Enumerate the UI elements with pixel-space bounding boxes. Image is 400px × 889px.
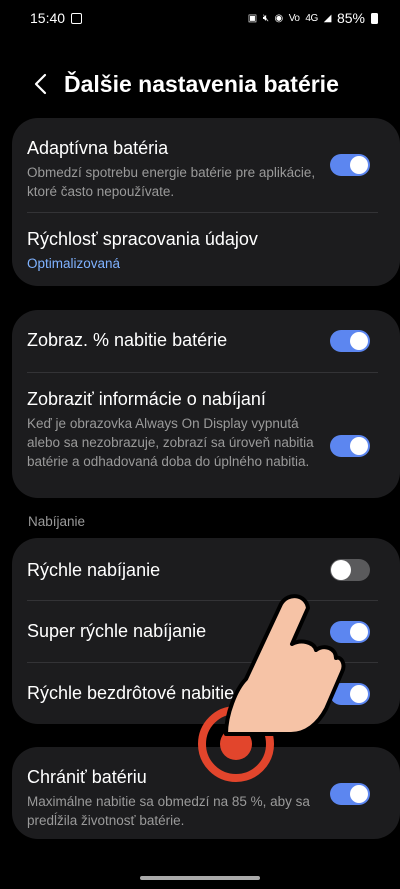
status-time: 15:40 (30, 10, 66, 26)
charging-info-toggle[interactable] (330, 435, 370, 457)
percent-title: Zobraz. % nabitie batérie (27, 330, 228, 350)
toggle-knob (331, 560, 351, 580)
processing-speed-row[interactable]: Rýchlosť spracovania údajov Optimalizova… (12, 213, 400, 286)
adaptive-battery-row[interactable]: Adaptívna batéria Obmedzí spotrebu energ… (12, 118, 400, 212)
percent-row[interactable]: Zobraz. % nabitie batérie (12, 310, 400, 372)
toggle-knob (350, 332, 368, 350)
chevron-left-icon (34, 73, 47, 95)
card-battery-general: Adaptívna batéria Obmedzí spotrebu energ… (12, 118, 400, 286)
protect-battery-row[interactable]: Chrániť batériu Maximálne nabitie sa obm… (12, 747, 400, 839)
charging-info-row[interactable]: Zobraziť informácie o nabíjaní Keď je ob… (12, 373, 400, 498)
mute-icon: 🔇︎ (262, 12, 269, 24)
processing-speed-value: Optimalizovaná (27, 256, 121, 271)
app-header: Ďalšie nastavenia batérie (0, 64, 400, 104)
toggle-knob (350, 156, 368, 174)
toggle-knob (350, 685, 368, 703)
adaptive-battery-toggle[interactable] (330, 154, 370, 176)
card-protect-battery: Chrániť batériu Maximálne nabitie sa obm… (12, 747, 400, 839)
lock-icon: ▣ (247, 12, 257, 24)
toggle-knob (350, 623, 368, 641)
charging-info-description: Keď je obrazovka Always On Display vypnu… (27, 416, 314, 469)
home-indicator[interactable] (140, 876, 260, 880)
protect-battery-description: Maximálne nabitie sa obmedzí na 85 %, ab… (27, 794, 310, 828)
toggle-knob (350, 785, 368, 803)
status-right: ▣ 🔇︎ ◉ Vo 4G ◢ 85% (248, 10, 378, 26)
adaptive-battery-description: Obmedzí spotrebu energie batérie pre apl… (27, 165, 316, 199)
hotspot-icon: ◉ (274, 12, 284, 24)
card-charging: Rýchle nabíjanie Super rýchle nabíjanie … (12, 538, 400, 724)
page-title: Ďalšie nastavenia batérie (64, 70, 339, 97)
super-fast-charging-title: Super rýchle nabíjanie (27, 621, 207, 641)
charging-section-label: Nabíjanie (28, 514, 86, 529)
wireless-charging-row[interactable]: Rýchle bezdrôtové nabitie (12, 663, 400, 724)
fast-charging-row[interactable]: Rýchle nabíjanie (12, 538, 400, 600)
card-battery-display: Zobraz. % nabitie batérie Zobraziť infor… (12, 310, 400, 498)
toggle-knob (350, 437, 368, 455)
fast-charging-toggle[interactable] (330, 559, 370, 581)
protect-battery-title: Chrániť batériu (27, 767, 147, 787)
battery-icon (371, 12, 378, 24)
back-button[interactable] (22, 66, 58, 102)
charging-info-title: Zobraziť informácie o nabíjaní (27, 389, 266, 409)
protect-battery-toggle[interactable] (330, 783, 370, 805)
wireless-charging-toggle[interactable] (330, 683, 370, 705)
network-4g-icon: 4G (305, 12, 318, 24)
status-bar: 15:40 ▣ 🔇︎ ◉ Vo 4G ◢ 85% (0, 0, 400, 36)
fast-charging-title: Rýchle nabíjanie (27, 560, 161, 580)
super-fast-charging-toggle[interactable] (330, 621, 370, 643)
status-left: 15:40 (30, 10, 83, 26)
battery-percent: 85% (336, 10, 365, 26)
signal-icon: ◢ (323, 12, 332, 24)
percent-toggle[interactable] (330, 330, 370, 352)
super-fast-charging-row[interactable]: Super rýchle nabíjanie (12, 601, 400, 662)
wireless-charging-title: Rýchle bezdrôtové nabitie (27, 683, 235, 703)
gallery-icon (71, 12, 83, 24)
processing-speed-title: Rýchlosť spracovania údajov (27, 229, 258, 249)
volte-icon: Vo (288, 12, 300, 24)
adaptive-battery-title: Adaptívna batéria (27, 138, 169, 158)
